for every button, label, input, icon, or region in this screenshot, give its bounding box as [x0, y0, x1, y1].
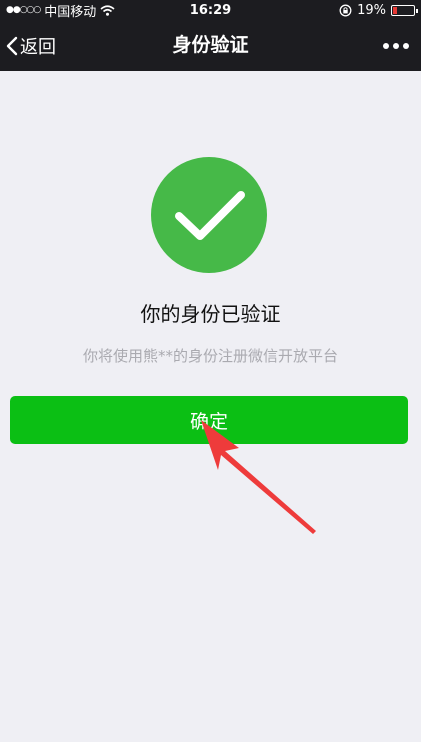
status-right: 19% — [339, 2, 418, 18]
red-arrow-icon — [201, 420, 316, 534]
checkmark-icon — [175, 191, 245, 240]
battery-icon — [391, 4, 418, 16]
back-label: 返回 — [20, 36, 56, 58]
wifi-icon — [100, 4, 115, 16]
battery-level-fill — [393, 6, 397, 14]
rotation-lock-icon — [339, 4, 352, 16]
page-title: 身份验证 — [172, 34, 249, 56]
more-dot-icon — [383, 42, 389, 49]
status-bar: ●●○○○ 中国移动 16:29 19% — [0, 0, 421, 20]
battery-percent: 19% — [357, 2, 386, 18]
status-left: ●●○○○ 中国移动 — [6, 1, 115, 20]
more-dot-icon — [393, 42, 399, 49]
signal-strength-icon: ●●○○○ — [6, 5, 41, 15]
verified-title: 你的身份已验证 — [140, 302, 281, 326]
more-button[interactable] — [383, 20, 409, 71]
checkmark-circle-icon — [151, 157, 267, 273]
confirm-button[interactable]: 确定 — [10, 396, 408, 444]
chevron-left-icon — [6, 36, 18, 55]
back-button[interactable]: 返回 — [6, 20, 56, 71]
status-time: 16:29 — [189, 2, 232, 18]
verified-subtitle: 你将使用熊**的身份注册微信开放平台 — [82, 347, 338, 365]
carrier-name: 中国移动 — [44, 4, 97, 20]
more-dot-icon — [403, 42, 409, 49]
nav-bar: 返回 身份验证 — [0, 20, 421, 71]
